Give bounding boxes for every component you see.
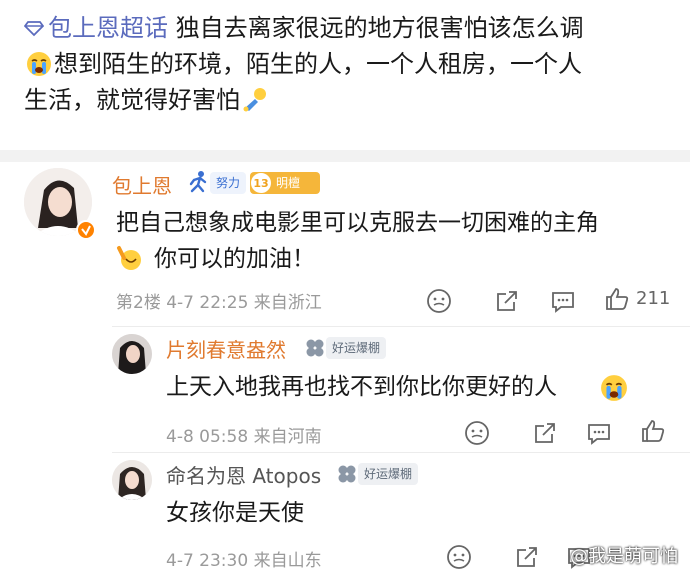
reply-separator — [112, 452, 690, 453]
post-text-3: 生活，就觉得好害怕 — [24, 86, 240, 114]
post-line-2: 想到陌生的环境，陌生的人，一个人租房，一个人 — [24, 46, 674, 82]
crying-face-icon — [601, 375, 627, 401]
verified-badge-icon — [76, 220, 96, 240]
post-line-3: 生活，就觉得好害怕 — [24, 82, 674, 118]
falling-person-icon — [243, 88, 266, 112]
fan-badge-label: 明檀 — [276, 176, 301, 190]
comment-text-1: 把自己想象成电影里可以克服去一切困难的主角 — [116, 210, 599, 236]
like-thumb-icon[interactable] — [640, 418, 666, 444]
comment-meta: 第2楼 4-7 22:25 来自浙江 — [116, 293, 322, 313]
avatar-portrait-icon — [112, 460, 152, 500]
fan-level-badge: 13 明檀 — [250, 172, 320, 194]
share-icon[interactable] — [514, 544, 540, 570]
share-icon[interactable] — [494, 288, 520, 314]
section-divider — [0, 150, 690, 162]
comment-icon[interactable] — [550, 288, 576, 314]
reply-username[interactable]: 命名为恩 Atopos — [166, 460, 321, 489]
avatar[interactable] — [112, 334, 152, 374]
reply-text: 女孩你是天使 — [166, 500, 304, 526]
post-text-1: 独自去离家很远的地方很害怕该怎么调 — [175, 14, 584, 42]
reply-meta: 4-7 23:30 来自山东 — [166, 551, 322, 571]
post-body: 包上恩超话 独自去离家很远的地方很害怕该怎么调 想到陌生的环境，陌生的人，一个人… — [24, 10, 674, 118]
comment-username[interactable]: 包上恩 — [112, 170, 172, 199]
crying-face-icon — [27, 52, 51, 76]
luck-badge: 好运爆棚 — [358, 463, 419, 485]
reply-1: 片刻春意盎然 好运爆棚 上天入地我再也找不到你比你更好的人 4-8 05:58 … — [0, 330, 690, 450]
running-person-icon — [189, 171, 207, 193]
fan-level-number: 13 — [250, 172, 272, 194]
like-thumb-icon[interactable] — [604, 286, 630, 312]
avatar[interactable] — [112, 460, 152, 500]
luck-badge: 好运爆棚 — [326, 337, 387, 359]
supertopic-link[interactable]: 包上恩超话 — [48, 14, 168, 42]
post-text-2: 想到陌生的环境，陌生的人，一个人租房，一个人 — [54, 50, 582, 78]
emoji-reaction-icon[interactable] — [426, 288, 452, 314]
share-icon[interactable] — [532, 420, 558, 446]
level-badge: 努力 — [210, 172, 247, 194]
avatar-portrait-icon — [112, 334, 152, 374]
emoji-reaction-icon[interactable] — [446, 544, 472, 570]
watermark: @我是萌可怕 — [570, 546, 678, 567]
like-count: 211 — [636, 288, 671, 309]
supertopic-diamond-icon — [24, 21, 44, 37]
clover-icon — [338, 465, 356, 483]
clover-icon — [306, 339, 324, 357]
reply-meta: 4-8 05:58 来自河南 — [166, 427, 322, 447]
comment-1: 包上恩 努力 13 明檀 把自己想象成电影里可以克服去一切困难的主角 你可以的加油… — [0, 162, 690, 322]
reply-text: 上天入地我再也找不到你比你更好的人 — [166, 374, 557, 400]
cheering-emoji-icon — [117, 246, 141, 270]
reply-username[interactable]: 片刻春意盎然 — [166, 334, 286, 363]
comment-icon[interactable] — [586, 420, 612, 446]
reply-separator — [112, 326, 690, 327]
comment-text-2: 你可以的加油！ — [154, 246, 315, 272]
post-line-1: 包上恩超话 独自去离家很远的地方很害怕该怎么调 — [24, 10, 674, 46]
emoji-reaction-icon[interactable] — [464, 420, 490, 446]
